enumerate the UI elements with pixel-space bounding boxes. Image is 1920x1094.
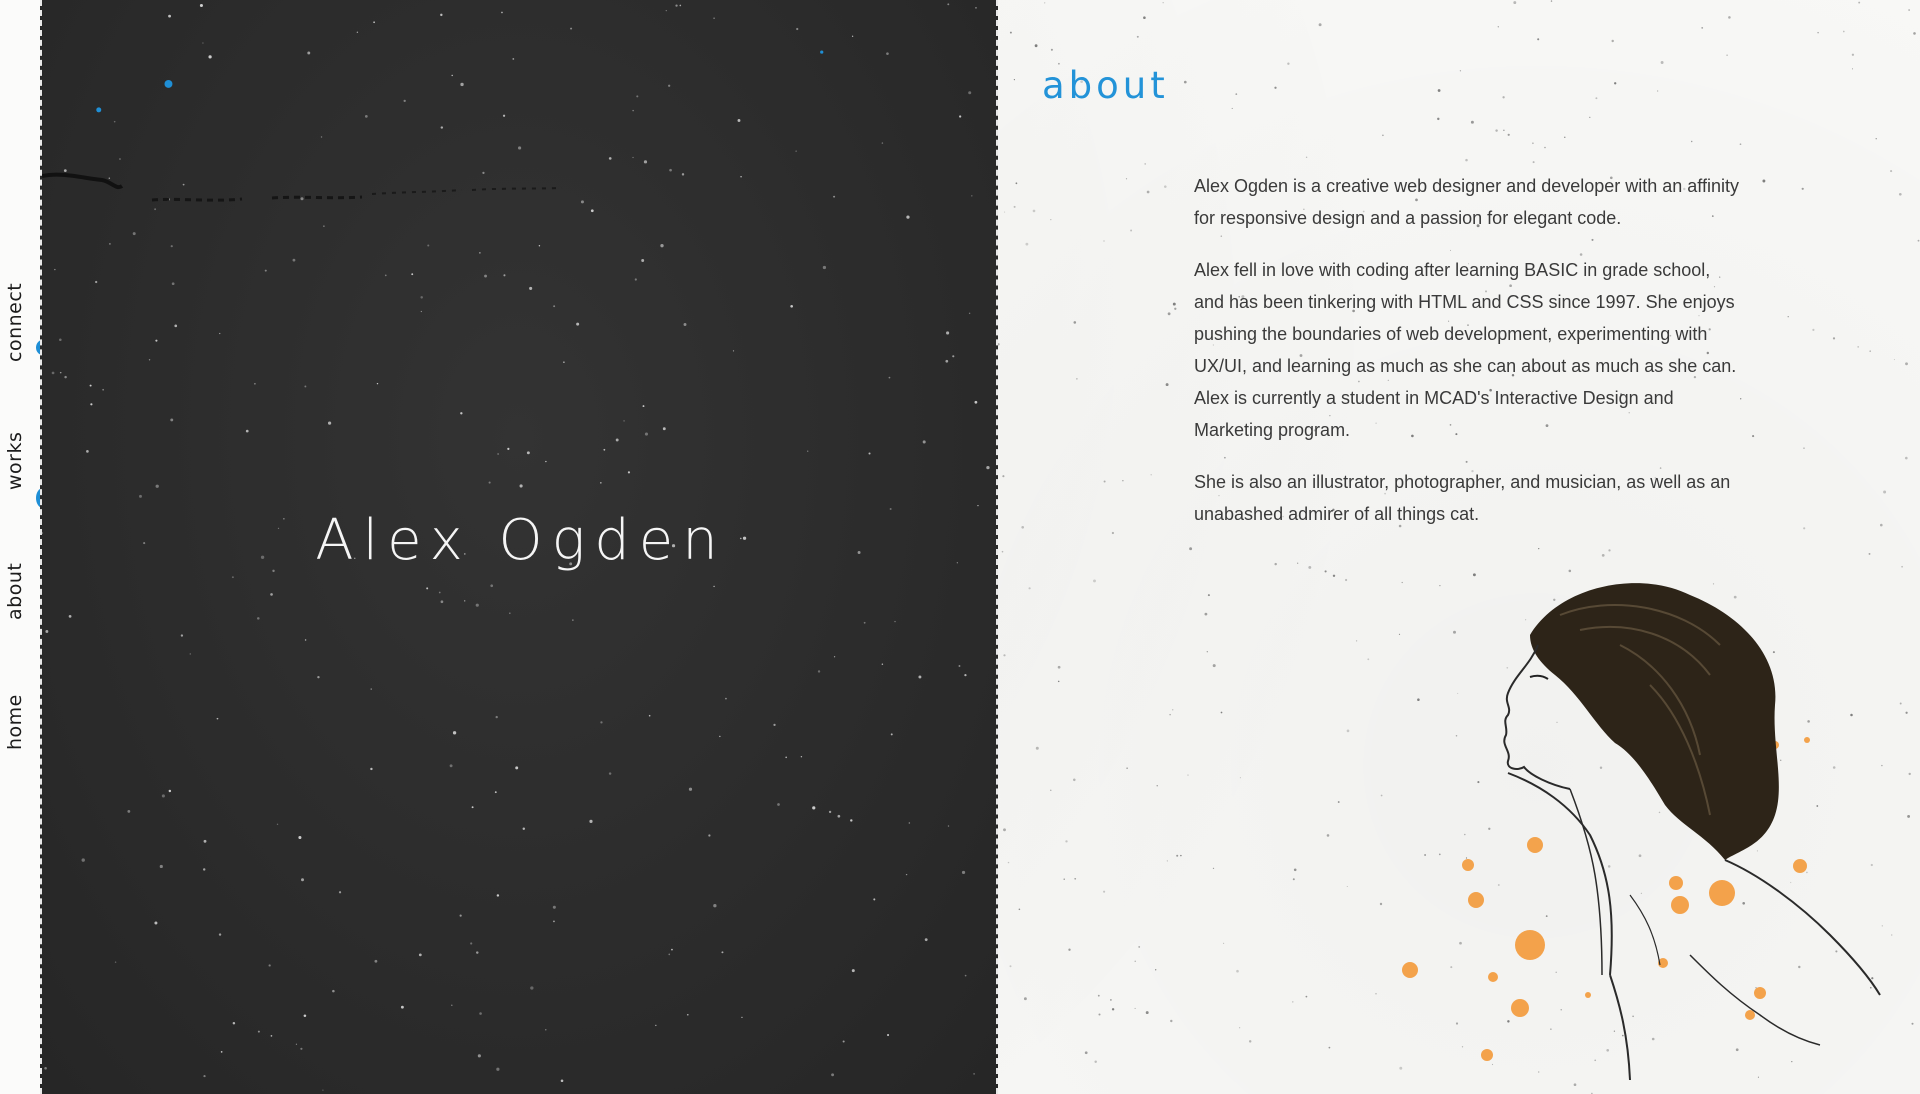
portrait-illustration-icon <box>1402 583 1881 1081</box>
nav-item-works[interactable]: works <box>4 432 26 490</box>
ink-brush-stroke <box>42 172 563 202</box>
hero-name: Alex Ogden <box>315 508 727 573</box>
page: home about works connect Alex Ogden abou… <box>0 0 1920 1094</box>
about-paragraph: She is also an illustrator, photographer… <box>1194 472 1731 524</box>
about-paragraph: Alex Ogden is a creative web designer an… <box>1194 176 1739 228</box>
nav-item-about[interactable]: about <box>4 563 26 620</box>
about-body: Alex Ogden is a creative web designer an… <box>1194 170 1739 550</box>
side-navigation: home about works connect <box>0 0 50 1094</box>
about-paragraph: Alex fell in love with coding after lear… <box>1194 260 1737 440</box>
hero-panel: Alex Ogden <box>40 0 998 1094</box>
about-heading: about <box>1042 64 1169 107</box>
nav-item-home[interactable]: home <box>4 694 26 750</box>
nav-item-connect[interactable]: connect <box>4 283 26 362</box>
